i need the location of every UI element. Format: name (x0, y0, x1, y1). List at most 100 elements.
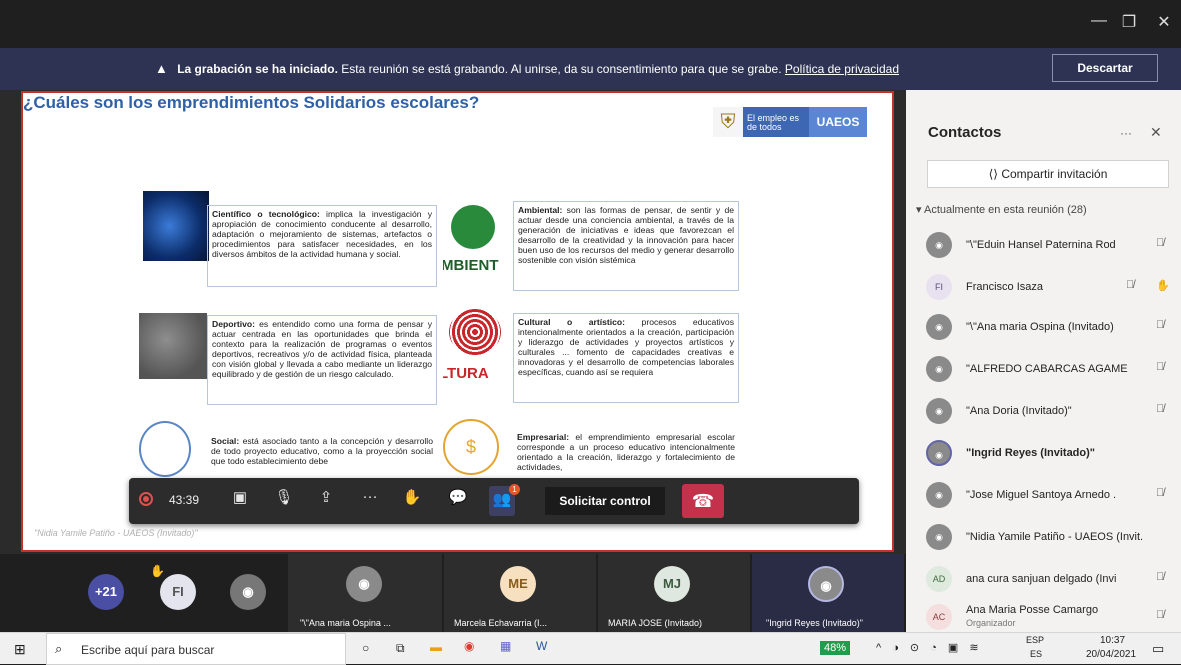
participant-name: Ana Maria Posse Camargo (966, 604, 1099, 616)
hang-up-icon: ☎ (691, 491, 715, 511)
hang-up-button[interactable]: ☎ (682, 484, 724, 518)
share-screen-icon[interactable]: ⇪ (313, 488, 339, 506)
taskbar-search[interactable]: ⌕ Escribe aquí para buscar (46, 633, 346, 665)
mic-muted-icon: 🎙̸ (1156, 403, 1165, 415)
recording-message: ▲ La grabación se ha iniciado. Esta reun… (155, 61, 899, 76)
business-money-icon: $ (443, 419, 499, 475)
ambiental-caption: MBIENT (443, 257, 499, 274)
system-tray-icons[interactable]: ^ ◑ ⊙ ◔ ▣ ≋ (876, 641, 983, 654)
raise-hand-icon[interactable]: ✋ (399, 488, 425, 506)
recording-indicator-icon (139, 492, 153, 506)
participant-tile[interactable]: MJ MARIA JOSE (Invitado) (598, 554, 750, 632)
minimize-button[interactable]: — (1084, 12, 1114, 30)
word-icon[interactable]: W (536, 639, 547, 653)
mic-muted-icon: 🎙̸ (1156, 609, 1165, 621)
avatar-icon: ◉ (926, 232, 952, 258)
card-deportivo: Deportivo: es entendido como una forma d… (207, 315, 437, 405)
more-options-button[interactable]: ··· (1120, 126, 1132, 140)
avatar-icon: ◉ (926, 440, 952, 466)
participant-item-speaking[interactable]: ◉ "Ingrid Reyes (Invitado)" (926, 436, 1176, 468)
more-participants-button[interactable]: +21 (88, 574, 124, 610)
search-icon: ⌕ (55, 641, 63, 656)
close-panel-button[interactable]: ✕ (1150, 124, 1162, 141)
card-cultural: Cultural o artístico: procesos educativo… (513, 313, 739, 403)
globe-icon (451, 205, 495, 249)
avatar-icon: ◉ (230, 574, 266, 610)
participant-item[interactable]: AD ana cura sanjuan delgado (Invi 🎙̸ (926, 562, 1176, 594)
mic-off-icon[interactable]: 🎙 (271, 488, 297, 506)
participant-tile[interactable]: ME Marcela Echavarria (I... (444, 554, 596, 632)
clock-date[interactable]: 20/04/2021 (1086, 649, 1136, 660)
participant-name: Marcela Echavarria (I... (454, 618, 548, 628)
avatar-icon: ◉ (926, 524, 952, 550)
more-actions-icon[interactable]: ··· (357, 488, 383, 505)
mic-muted-icon: 🎙̸ (1156, 319, 1165, 331)
participants-badge: 1 (509, 484, 520, 495)
participant-tile[interactable]: ◉ "\"Ana maria Ospina ... (288, 554, 442, 632)
participant-item[interactable]: ◉ "ALFREDO CABARCAS AGAME 🎙̸ (926, 352, 1176, 384)
chrome-icon[interactable]: ◉ (464, 639, 474, 653)
card-cientifico: Científico o tecnológico: implica la inv… (207, 205, 437, 287)
task-view-icon[interactable]: ⧉ (396, 641, 405, 656)
language-bottom[interactable]: ES (1030, 649, 1042, 659)
privacy-policy-link[interactable]: Política de privacidad (785, 62, 899, 76)
section-current-meeting[interactable]: ▾ Actualmente en esta reunión (28) (916, 203, 1087, 216)
language-top[interactable]: ESP (1026, 635, 1044, 645)
uaeos-logo: ⛨ El empleo es de todos UAEOS (713, 107, 885, 137)
chat-icon[interactable]: 💬 (445, 488, 471, 506)
participant-name: "Ingrid Reyes (Invitado)" (966, 447, 1096, 459)
avatar: FI (160, 574, 196, 610)
title-line-2: Solidarios escolares? (303, 93, 480, 112)
mic-muted-icon: 🎙̸ (1126, 279, 1135, 291)
participant-item[interactable]: ◉ "Nidia Yamile Patiño - UAEOS (Invit. (926, 520, 1176, 552)
participant-name: "\"Ana maria Ospina (Invitado) (966, 321, 1114, 333)
recording-title: La grabación se ha iniciado. (177, 62, 338, 76)
close-window-button[interactable]: ✕ (1149, 12, 1179, 32)
participant-item[interactable]: FI Francisco Isaza 🎙̸ ✋ (926, 270, 1176, 302)
avatar: FI (926, 274, 952, 300)
participant-item[interactable]: ◉ "Ana Doria (Invitado)" 🎙̸ (926, 394, 1176, 426)
mic-muted-icon: 🎙̸ (1156, 571, 1165, 583)
avatar: ME (500, 566, 536, 602)
card-social-label: Social: (211, 436, 240, 446)
card-empresarial: Empresarial: el emprendimiento empresari… (513, 429, 739, 479)
participant-name: ana cura sanjuan delgado (Invi (966, 573, 1117, 585)
participant-item[interactable]: ◉ "\"Ana maria Ospina (Invitado) 🎙̸ (926, 310, 1176, 342)
participant-name: "\"Ana maria Ospina ... (300, 618, 391, 628)
cultural-caption: LTURA (443, 365, 489, 382)
cortana-icon[interactable]: ○ (362, 641, 369, 655)
title-word-4: emprendimientos (157, 93, 299, 112)
request-control-button[interactable]: Solicitar control (545, 487, 665, 515)
recording-banner: ▲ La grabación se ha iniciado. Esta reun… (0, 48, 1181, 90)
participant-name: Francisco Isaza (966, 281, 1044, 293)
panel-title: Contactos (928, 124, 1002, 141)
chevron-down-icon: ▾ (916, 204, 924, 216)
avatar-icon: ◉ (926, 398, 952, 424)
discard-button[interactable]: Descartar (1052, 54, 1158, 82)
participant-item[interactable]: ◉ "\"Eduin Hansel Paternina Rod 🎙̸ (926, 228, 1176, 260)
file-explorer-icon[interactable]: ▬ (430, 640, 442, 654)
participant-name: "ALFREDO CABARCAS AGAME (966, 363, 1128, 375)
avatar-icon: ◉ (808, 566, 844, 602)
windows-start-icon[interactable]: ⊞ (14, 641, 26, 658)
maximize-button[interactable]: ❐ (1114, 12, 1144, 32)
warning-icon: ▲ (155, 61, 168, 76)
battery-indicator[interactable]: 48% (820, 641, 851, 655)
cultural-pattern-icon (449, 309, 501, 355)
share-invitation-button[interactable]: ⟨⟩ Compartir invitación (927, 160, 1169, 188)
meeting-toolbar: 43:39 ▣ 🎙 ⇪ ··· ✋ 💬 👥 1 Solicitar contro… (129, 478, 859, 524)
notifications-icon[interactable]: ▭ (1152, 641, 1164, 657)
share-icon: ⟨⟩ (988, 167, 1002, 181)
clock-time[interactable]: 10:37 (1100, 635, 1125, 646)
participant-item[interactable]: AC Ana Maria Posse Camargo Organizador 🎙… (926, 600, 1176, 632)
title-word-1: ¿Cuáles (23, 93, 90, 112)
participant-tile-active[interactable]: ◉ "Ingrid Reyes (Invitado)" (752, 554, 904, 632)
teams-icon[interactable]: ▦ (500, 639, 511, 653)
meeting-timer: 43:39 (169, 493, 200, 507)
avatar: AD (926, 566, 952, 592)
avatar-icon: ◉ (926, 314, 952, 340)
camera-off-icon[interactable]: ▣ (227, 488, 253, 506)
participant-item[interactable]: ◉ "Jose Miguel Santoya Arnedo . 🎙̸ (926, 478, 1176, 510)
contacts-panel: Contactos ··· ✕ ⟨⟩ Compartir invitación … (906, 90, 1181, 632)
participant-name: "\"Eduin Hansel Paternina Rod (966, 239, 1116, 251)
